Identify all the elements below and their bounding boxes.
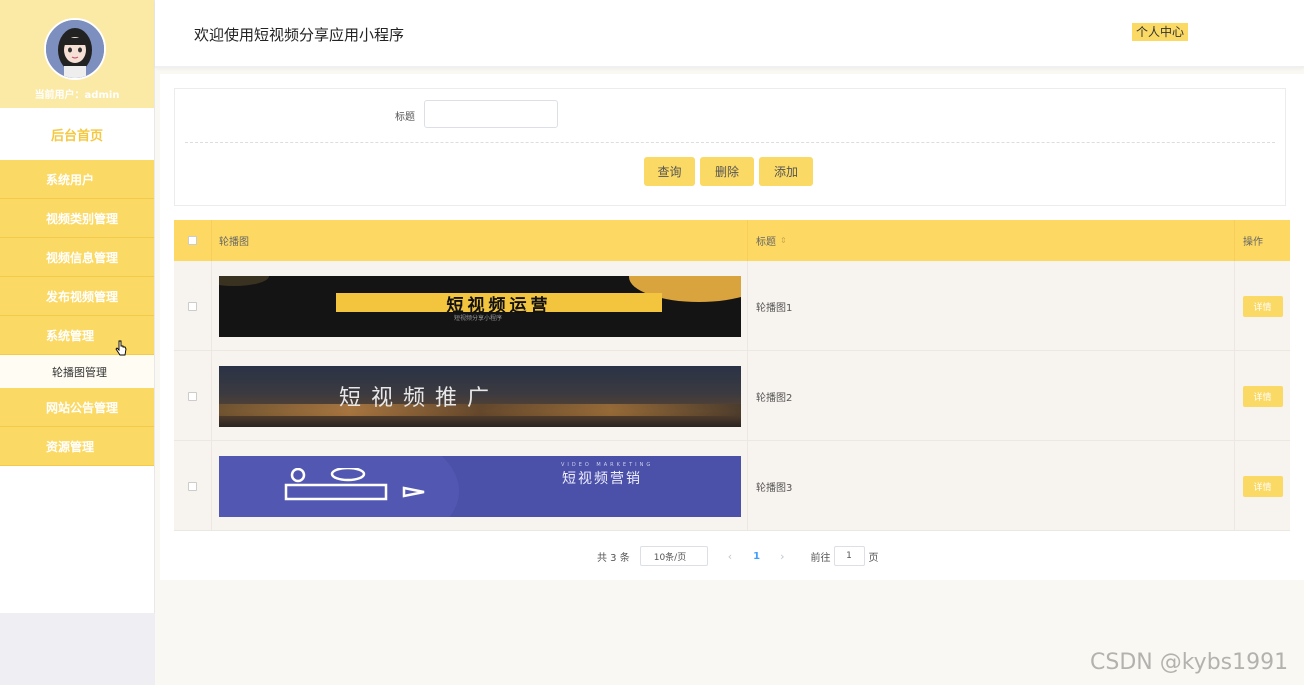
row-image-cell: VIDEO MARKETING 短视频营销 [212, 441, 748, 531]
page-title: 欢迎使用短视频分享应用小程序 [194, 26, 405, 44]
sidebar-item-video-category[interactable]: 视频类别管理 [0, 199, 154, 238]
row-title-cell: 轮播图3 [748, 441, 1235, 531]
carousel-table: 轮播图 标题 ⇕ 操作 短视频运营 短视频分享小程序 轮播图1 详情 短视频推广… [174, 220, 1290, 531]
banner-subtext: 短视频分享小程序 [454, 314, 503, 322]
row-checkbox[interactable] [188, 301, 197, 311]
sidebar-item-publish-video[interactable]: 发布视频管理 [0, 277, 154, 316]
select-all-checkbox[interactable] [188, 236, 197, 245]
row-checkbox[interactable] [188, 391, 197, 401]
add-button[interactable]: 添加 [759, 157, 813, 186]
watermark: CSDN @kybs1991 [1090, 650, 1289, 675]
query-button[interactable]: 查询 [644, 157, 695, 186]
table-row: VIDEO MARKETING 短视频营销 轮播图3 详情 [174, 441, 1290, 531]
column-image-label: 轮播图 [219, 237, 249, 248]
sidebar-item-system-users[interactable]: 系统用户 [0, 160, 154, 199]
column-header-actions: 操作 [1235, 220, 1290, 261]
sidebar-item-site-announcement[interactable]: 网站公告管理 [0, 388, 154, 427]
row-title: 轮播图1 [756, 302, 793, 314]
column-header-image: 轮播图 [212, 220, 748, 261]
total-count: 共 3 条 [597, 552, 630, 564]
current-user-label: 当前用户：admin [34, 90, 120, 101]
banner-text: 短视频营销 [562, 470, 642, 487]
user-box: 当前用户：admin [0, 0, 154, 108]
top-header: 欢迎使用短视频分享应用小程序 个人中心 [155, 0, 1304, 68]
prev-page-icon[interactable]: ‹ [728, 550, 732, 563]
banner-text: 短视频推广 [339, 385, 500, 411]
sidebar-item-resources[interactable]: 资源管理 [0, 427, 154, 466]
pointer-cursor-icon [115, 340, 127, 360]
avatar[interactable] [44, 18, 106, 80]
sort-icon[interactable]: ⇕ [780, 236, 787, 245]
sidebar-item-video-info[interactable]: 视频信息管理 [0, 238, 154, 277]
video-camera-icon [274, 466, 454, 506]
column-header-title[interactable]: 标题 ⇕ [748, 220, 1235, 261]
banner-subtext: VIDEO MARKETING [561, 461, 654, 468]
title-search-label: 标题 [395, 112, 415, 123]
header-checkbox-cell [174, 220, 212, 261]
delete-button[interactable]: 删除 [700, 157, 754, 186]
carousel-image: 短视频运营 短视频分享小程序 [219, 275, 741, 337]
detail-button[interactable]: 详情 [1242, 295, 1283, 317]
row-image-cell: 短视频推广 [212, 351, 748, 441]
column-title-label: 标题 [756, 237, 776, 248]
row-title: 轮播图3 [756, 482, 793, 494]
detail-button[interactable]: 详情 [1242, 385, 1283, 407]
profile-center-button[interactable]: 个人中心 [1132, 23, 1189, 41]
search-divider [185, 142, 1275, 143]
table-row: 短视频推广 轮播图2 详情 [174, 351, 1290, 441]
column-actions-label: 操作 [1243, 237, 1263, 248]
title-search-input[interactable] [424, 100, 558, 128]
detail-button[interactable]: 详情 [1242, 475, 1283, 497]
sidebar-item-system-management[interactable]: 系统管理 [0, 316, 154, 355]
row-actions-cell: 详情 [1235, 441, 1290, 531]
main-panel: 标题 查询 删除 添加 轮播图 标题 ⇕ 操作 短视频运营 短视频分享小程序 轮… [160, 74, 1304, 580]
pagination: 共 3 条 10条/页 ‹ 1 › 前往 1 页 [597, 546, 879, 566]
carousel-image: 短视频推广 [219, 365, 741, 427]
goto-page-input[interactable]: 1 [833, 546, 865, 566]
page-unit-label: 页 [868, 552, 879, 564]
goto-label: 前往 [810, 552, 831, 564]
row-image-cell: 短视频运营 短视频分享小程序 [212, 261, 748, 351]
carousel-image: VIDEO MARKETING 短视频营销 [219, 455, 741, 517]
row-title-cell: 轮播图2 [748, 351, 1235, 441]
sidebar: 当前用户：admin 后台首页 系统用户 视频类别管理 视频信息管理 发布视频管… [0, 0, 155, 685]
sidebar-footer [0, 613, 155, 685]
row-checkbox-cell [174, 351, 212, 441]
row-checkbox-cell [174, 441, 212, 531]
search-form: 标题 查询 删除 添加 [174, 88, 1286, 206]
row-actions-cell: 详情 [1235, 261, 1290, 351]
row-checkbox-cell [174, 261, 212, 351]
row-actions-cell: 详情 [1235, 351, 1290, 441]
goto-page-value: 1 [846, 551, 852, 561]
row-title: 轮播图2 [756, 392, 793, 404]
next-page-icon[interactable]: › [780, 550, 784, 563]
page-size-value: 10条/页 [653, 552, 687, 563]
page-size-select[interactable]: 10条/页 [639, 546, 708, 566]
sidebar-subitem-carousel[interactable]: 轮播图管理 [0, 355, 154, 388]
table-header: 轮播图 标题 ⇕ 操作 [174, 220, 1290, 261]
sidebar-item-home[interactable]: 后台首页 [0, 108, 154, 160]
page-number-current[interactable]: 1 [753, 551, 760, 562]
row-title-cell: 轮播图1 [748, 261, 1235, 351]
row-checkbox[interactable] [188, 481, 197, 491]
table-row: 短视频运营 短视频分享小程序 轮播图1 详情 [174, 261, 1290, 351]
